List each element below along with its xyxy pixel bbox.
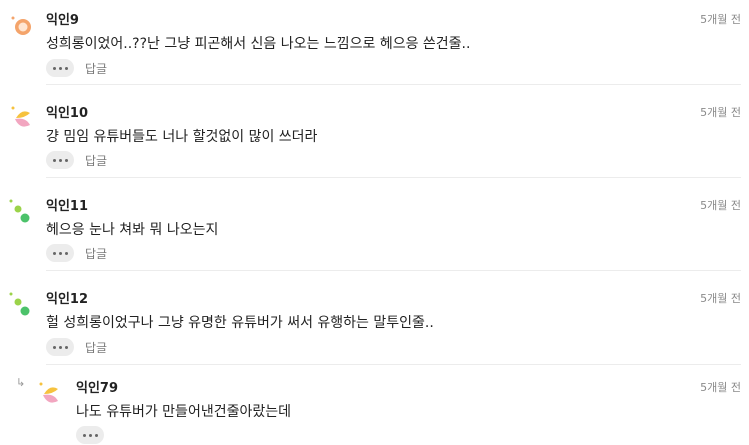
reply-text: 나도 유튜버가 만들어낸건줄아랐는데 — [76, 404, 291, 420]
comment-author[interactable]: 익인9 — [46, 9, 79, 28]
avatar-icon — [11, 16, 31, 35]
avatar[interactable] — [38, 380, 66, 408]
comment-text: 걍 밈임 유튜버들도 너나 할것없이 많이 쓰더라 — [46, 129, 318, 145]
divider — [46, 177, 741, 178]
comment-author[interactable]: 익인10 — [46, 102, 88, 121]
comment-author[interactable]: 익인11 — [46, 195, 88, 214]
more-options-button[interactable] — [46, 59, 74, 77]
comment-time: 5개월 전 — [700, 106, 741, 119]
comment-time: 5개월 전 — [700, 199, 741, 212]
avatar-icon — [9, 292, 30, 316]
more-options-button[interactable] — [76, 426, 104, 444]
comment-text: 헤으응 눈나 쳐봐 뭐 나오는지 — [46, 222, 219, 238]
more-dots-icon — [52, 251, 56, 255]
comment-text: 헐 성희롱이었구나 그냥 유명한 유튜버가 써서 유행하는 말투인줄.. — [46, 315, 434, 331]
comment-text: 성희롱이었어..??난 그냥 피곤해서 신음 나오는 느낌으로 헤으응 쓴건줄.… — [46, 36, 471, 52]
reply-author[interactable]: 익인79 — [76, 377, 118, 396]
more-dots-icon — [52, 66, 56, 70]
reply-time: 5개월 전 — [700, 381, 741, 394]
comment-time: 5개월 전 — [700, 292, 741, 305]
reply-button[interactable]: 답글 — [85, 60, 107, 77]
more-options-button[interactable] — [46, 338, 74, 356]
avatar-icon — [11, 106, 30, 127]
more-options-button[interactable] — [46, 244, 74, 262]
avatar[interactable] — [10, 104, 38, 132]
avatar[interactable] — [8, 198, 36, 226]
divider — [46, 270, 741, 271]
divider — [46, 84, 741, 85]
reply-arrow-icon: ↳ — [16, 376, 26, 389]
comment-author[interactable]: 익인12 — [46, 288, 88, 307]
reply-button[interactable]: 답글 — [85, 152, 107, 169]
comment-time: 5개월 전 — [700, 13, 741, 26]
avatar[interactable] — [8, 291, 36, 319]
more-options-button[interactable] — [46, 151, 74, 169]
more-dots-icon — [52, 158, 56, 162]
avatar-icon — [39, 382, 58, 403]
more-dots-icon — [82, 433, 86, 437]
reply-button[interactable]: 답글 — [85, 339, 107, 356]
more-dots-icon — [52, 345, 56, 349]
divider — [46, 364, 741, 365]
avatar-icon — [9, 199, 30, 223]
reply-button[interactable]: 답글 — [85, 245, 107, 262]
avatar[interactable] — [10, 12, 38, 40]
